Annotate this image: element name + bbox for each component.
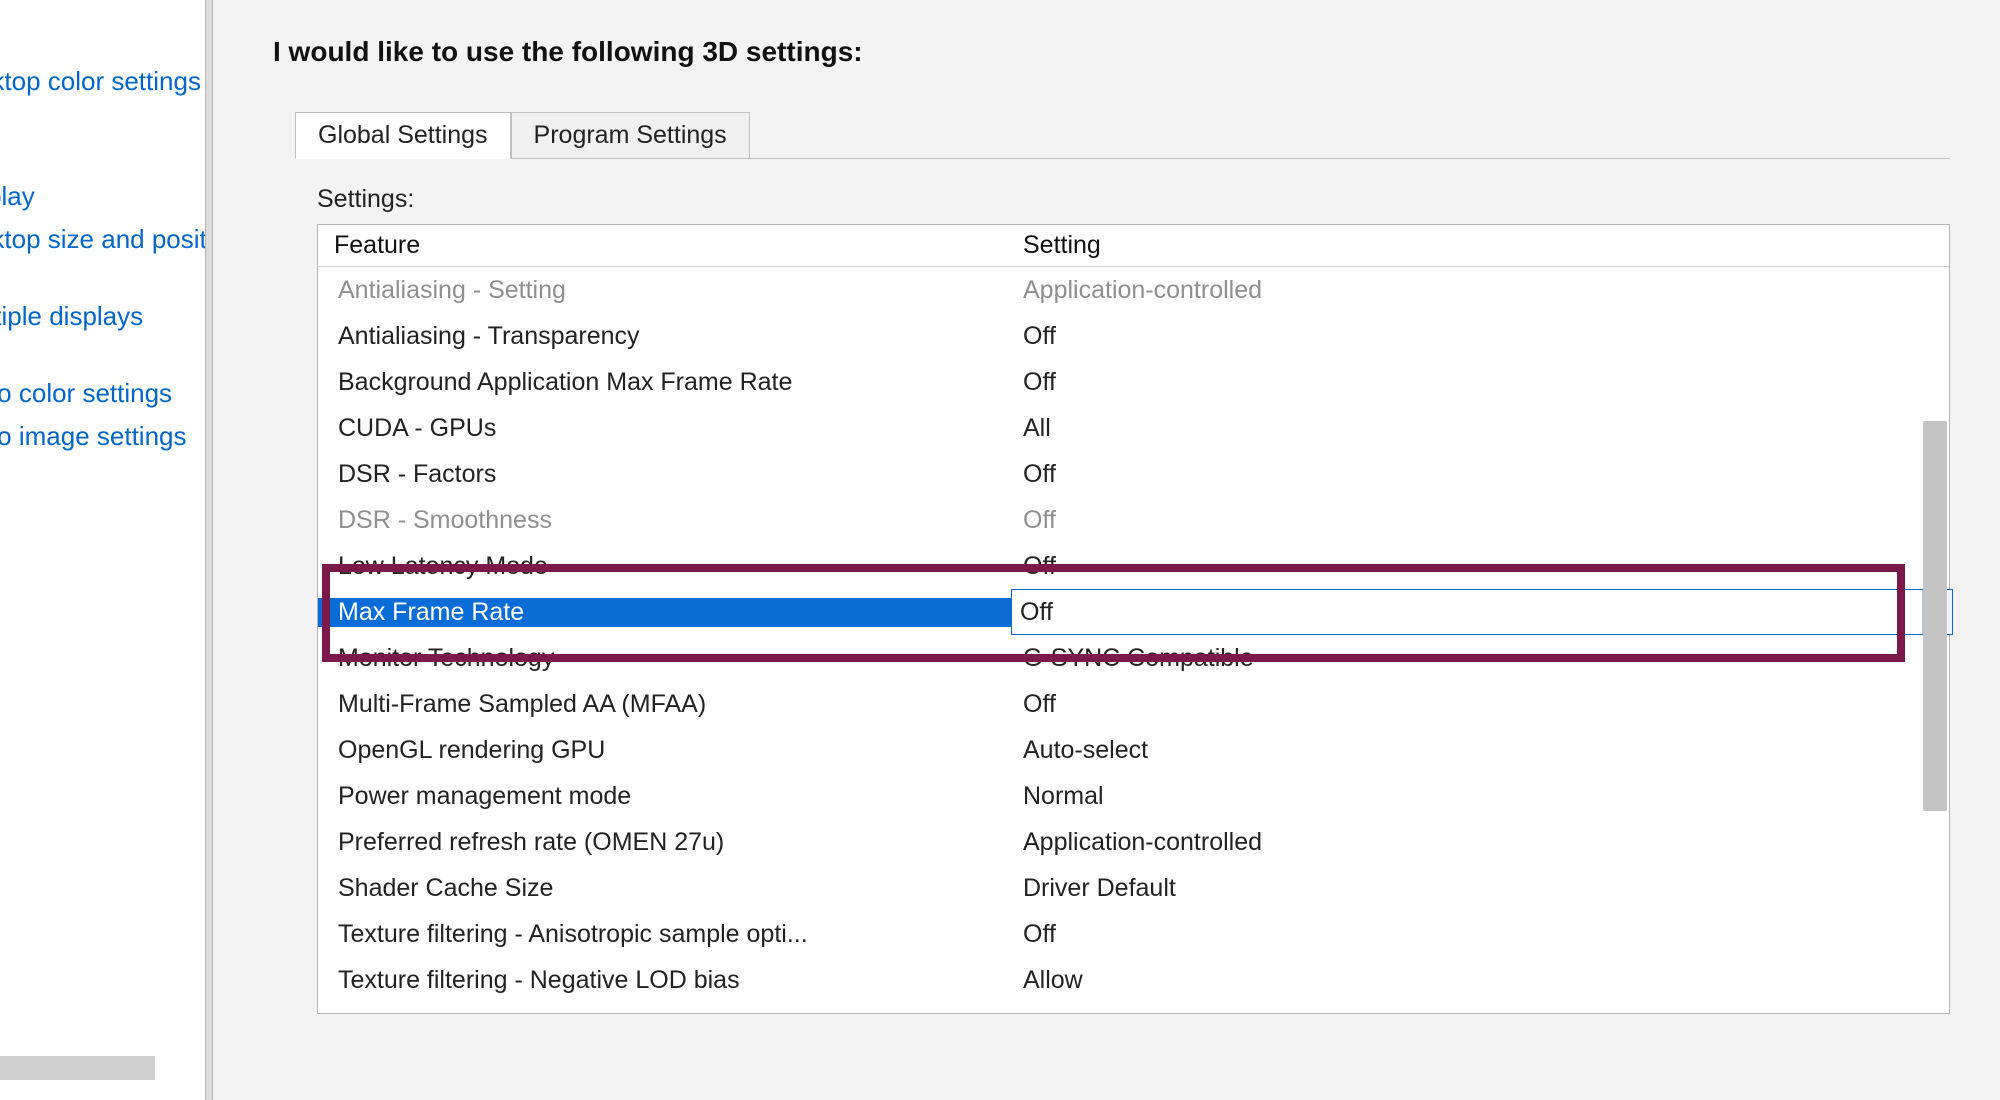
settings-row[interactable]: OpenGL rendering GPUAuto-select (318, 727, 1949, 773)
setting-cell: Off (1011, 460, 1949, 489)
settings-row[interactable]: Low Latency ModeOff (318, 543, 1949, 589)
setting-cell: Allow (1011, 966, 1949, 995)
list-vertical-scrollbar[interactable] (1923, 421, 1947, 811)
sidebar-nav: Adjust desktop color settings Rotate dis… (0, 0, 213, 1100)
feature-cell: Multi-Frame Sampled AA (MFAA) (318, 690, 1011, 719)
setting-cell: Normal (1011, 782, 1949, 811)
setting-cell: Off (1011, 690, 1949, 719)
sidebar-link-color-settings[interactable]: Adjust desktop color settings (0, 60, 210, 103)
sidebar-link-size-position[interactable]: Adjust desktop size and position (0, 218, 210, 261)
settings-listview[interactable]: Feature Setting Antialiasing - SettingAp… (317, 224, 1950, 1014)
sidebar-link-video-image[interactable]: Adjust video image settings (0, 415, 210, 458)
setting-cell: Auto-select (1011, 736, 1949, 765)
feature-cell: Preferred refresh rate (OMEN 27u) (318, 828, 1011, 857)
settings-row[interactable]: Monitor TechnologyG-SYNC Compatible (318, 635, 1949, 681)
settings-row[interactable]: Background Application Max Frame RateOff (318, 359, 1949, 405)
feature-cell: CUDA - GPUs (318, 414, 1011, 443)
main-panel: I would like to use the following 3D set… (213, 0, 2000, 1100)
setting-dropdown[interactable]: Off⌄ (1011, 589, 1953, 635)
feature-cell: Power management mode (318, 782, 1011, 811)
setting-cell: Application-controlled (1011, 828, 1949, 857)
settings-row[interactable]: DSR - SmoothnessOff (318, 497, 1949, 543)
settings-row[interactable]: Antialiasing - SettingApplication-contro… (318, 267, 1949, 313)
feature-cell: Max Frame Rate (318, 598, 1011, 627)
settings-row[interactable]: Max Frame RateOff⌄ (318, 589, 1949, 635)
setting-cell: G-SYNC Compatible (1011, 644, 1949, 673)
feature-cell: Background Application Max Frame Rate (318, 368, 1011, 397)
column-header-feature[interactable]: Feature (318, 225, 1011, 266)
feature-cell: Antialiasing - Setting (318, 276, 1011, 305)
feature-cell: Low Latency Mode (318, 552, 1011, 581)
sidebar-horizontal-scrollbar[interactable] (0, 1056, 155, 1080)
settings-row[interactable]: Texture filtering - Anisotropic sample o… (318, 911, 1949, 957)
settings-row[interactable]: DSR - FactorsOff (318, 451, 1949, 497)
settings-label: Settings: (317, 185, 1950, 214)
setting-cell: Off (1011, 506, 1949, 535)
feature-cell: DSR - Factors (318, 460, 1011, 489)
settings-row[interactable]: CUDA - GPUsAll (318, 405, 1949, 451)
feature-cell: OpenGL rendering GPU (318, 736, 1011, 765)
tab-bar: Global Settings Program Settings (295, 112, 1950, 159)
setting-cell: Driver Default (1011, 874, 1949, 903)
setting-cell: Application-controlled (1011, 276, 1949, 305)
feature-cell: Antialiasing - Transparency (318, 322, 1011, 351)
setting-cell: Off (1011, 368, 1949, 397)
feature-cell: DSR - Smoothness (318, 506, 1011, 535)
settings-row[interactable]: Preferred refresh rate (OMEN 27u)Applica… (318, 819, 1949, 865)
sidebar-link-video-color[interactable]: Adjust video color settings (0, 372, 210, 415)
section-heading: I would like to use the following 3D set… (273, 36, 1950, 68)
settings-row[interactable]: Multi-Frame Sampled AA (MFAA)Off (318, 681, 1949, 727)
feature-cell: Texture filtering - Anisotropic sample o… (318, 920, 1011, 949)
setting-dropdown-value: Off (1020, 598, 1053, 627)
feature-cell: Texture filtering - Negative LOD bias (318, 966, 1011, 995)
setting-cell: All (1011, 414, 1949, 443)
feature-cell: Monitor Technology (318, 644, 1011, 673)
tab-global-settings[interactable]: Global Settings (295, 112, 511, 159)
list-header-row: Feature Setting (318, 225, 1949, 267)
tab-program-settings[interactable]: Program Settings (511, 112, 750, 158)
sidebar-link-rotate[interactable]: Rotate display (0, 175, 210, 218)
settings-row[interactable]: Texture filtering - Negative LOD biasAll… (318, 957, 1949, 1003)
sidebar-divider (205, 0, 213, 1100)
sidebar-link-multi-displays[interactable]: Set up multiple displays (0, 295, 210, 338)
setting-cell: Off (1011, 920, 1949, 949)
setting-cell: Off (1011, 552, 1949, 581)
settings-row[interactable]: Antialiasing - TransparencyOff (318, 313, 1949, 359)
column-header-setting[interactable]: Setting (1011, 225, 1949, 266)
feature-cell: Shader Cache Size (318, 874, 1011, 903)
settings-row[interactable]: Shader Cache SizeDriver Default (318, 865, 1949, 911)
settings-row[interactable]: Power management modeNormal (318, 773, 1949, 819)
setting-cell: Off (1011, 322, 1949, 351)
